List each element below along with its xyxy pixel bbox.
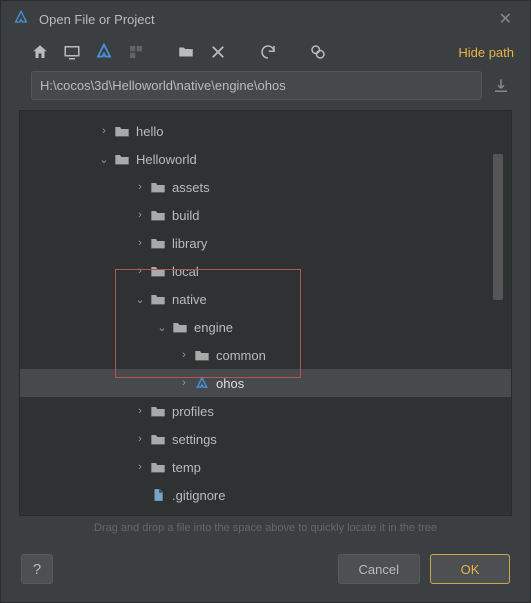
app-logo-icon xyxy=(13,10,29,29)
file-icon xyxy=(148,487,168,503)
chevron-right-icon[interactable]: › xyxy=(132,181,148,193)
ok-button[interactable]: OK xyxy=(430,554,510,584)
logo-icon xyxy=(192,376,212,390)
tree-item-library[interactable]: › library xyxy=(20,229,511,257)
tree-label: native xyxy=(172,292,207,307)
chevron-right-icon[interactable]: › xyxy=(132,461,148,473)
tree-item-cocosanalytics-d-ts[interactable]: cocosanalytics.d.ts xyxy=(20,509,511,515)
hint-text: Drag and drop a file into the space abov… xyxy=(1,516,530,544)
file-tree: › hello ⌄ Helloworld › assets › build › library › l… xyxy=(19,110,512,516)
tree-label: hello xyxy=(136,124,163,139)
tree-label: engine xyxy=(194,320,233,335)
new-folder-icon[interactable]: + xyxy=(177,43,195,61)
tree-label: .gitignore xyxy=(172,488,225,503)
button-row: ? Cancel OK xyxy=(1,544,530,602)
folder-icon xyxy=(112,152,132,166)
folder-icon xyxy=(148,236,168,250)
tree-item-ohos[interactable]: › ohos xyxy=(20,369,511,397)
show-hidden-icon[interactable] xyxy=(309,43,327,61)
home-icon[interactable] xyxy=(31,43,49,61)
tree-label: common xyxy=(216,348,266,363)
tree-label: local xyxy=(172,264,199,279)
tree-label: library xyxy=(172,236,207,251)
tree-item-build[interactable]: › build xyxy=(20,201,511,229)
chevron-down-icon[interactable]: ⌄ xyxy=(154,321,170,334)
close-button[interactable]: ✕ xyxy=(493,9,518,29)
tree-item-assets[interactable]: › assets xyxy=(20,173,511,201)
tree-item-local[interactable]: › local xyxy=(20,257,511,285)
tree-label: ohos xyxy=(216,376,244,391)
tree-label: assets xyxy=(172,180,210,195)
folder-icon xyxy=(148,460,168,474)
tree-item-helloworld[interactable]: ⌄ Helloworld xyxy=(20,145,511,173)
scrollbar-thumb[interactable] xyxy=(493,154,503,300)
tree-label: profiles xyxy=(172,404,214,419)
cancel-button[interactable]: Cancel xyxy=(338,554,420,584)
tree-label: Helloworld xyxy=(136,152,197,167)
chevron-right-icon[interactable]: › xyxy=(176,349,192,361)
tree-item--gitignore[interactable]: .gitignore xyxy=(20,481,511,509)
folder-icon xyxy=(148,180,168,194)
scrollbar-track[interactable] xyxy=(497,115,507,511)
chevron-down-icon[interactable]: ⌄ xyxy=(96,153,112,166)
folder-icon xyxy=(148,208,168,222)
path-input[interactable] xyxy=(31,71,482,100)
folder-icon xyxy=(148,432,168,446)
folder-icon xyxy=(170,320,190,334)
tree-item-native[interactable]: ⌄ native xyxy=(20,285,511,313)
module-icon[interactable] xyxy=(127,43,145,61)
project-logo-icon[interactable] xyxy=(95,43,113,61)
help-button[interactable]: ? xyxy=(21,554,53,584)
tree-item-profiles[interactable]: › profiles xyxy=(20,397,511,425)
chevron-right-icon[interactable]: › xyxy=(96,125,112,137)
chevron-right-icon[interactable]: › xyxy=(132,405,148,417)
folder-icon xyxy=(148,404,168,418)
tree-item-hello[interactable]: › hello xyxy=(20,117,511,145)
tree-label: settings xyxy=(172,432,217,447)
chevron-right-icon[interactable]: › xyxy=(176,377,192,389)
desktop-icon[interactable] xyxy=(63,43,81,61)
tree-label: build xyxy=(172,208,199,223)
chevron-right-icon[interactable]: › xyxy=(132,433,148,445)
chevron-right-icon[interactable]: › xyxy=(132,265,148,277)
path-row xyxy=(1,67,530,110)
tree-item-engine[interactable]: ⌄ engine xyxy=(20,313,511,341)
chevron-right-icon[interactable]: › xyxy=(132,209,148,221)
toolbar: + Hide path xyxy=(1,37,530,67)
refresh-icon[interactable] xyxy=(259,43,277,61)
folder-icon xyxy=(112,124,132,138)
dialog-title: Open File or Project xyxy=(39,12,483,27)
hide-path-link[interactable]: Hide path xyxy=(458,45,514,60)
tree-label: temp xyxy=(172,460,201,475)
chevron-down-icon[interactable]: ⌄ xyxy=(132,293,148,306)
chevron-right-icon[interactable]: › xyxy=(132,237,148,249)
download-icon[interactable] xyxy=(492,77,510,95)
svg-text:+: + xyxy=(189,43,194,52)
titlebar: Open File or Project ✕ xyxy=(1,1,530,37)
tree-item-settings[interactable]: › settings xyxy=(20,425,511,453)
folder-icon xyxy=(148,264,168,278)
folder-icon xyxy=(148,292,168,306)
open-file-dialog: Open File or Project ✕ + Hide path › hell… xyxy=(0,0,531,603)
folder-icon xyxy=(192,348,212,362)
delete-icon[interactable] xyxy=(209,43,227,61)
tree-item-common[interactable]: › common xyxy=(20,341,511,369)
tree-item-temp[interactable]: › temp xyxy=(20,453,511,481)
